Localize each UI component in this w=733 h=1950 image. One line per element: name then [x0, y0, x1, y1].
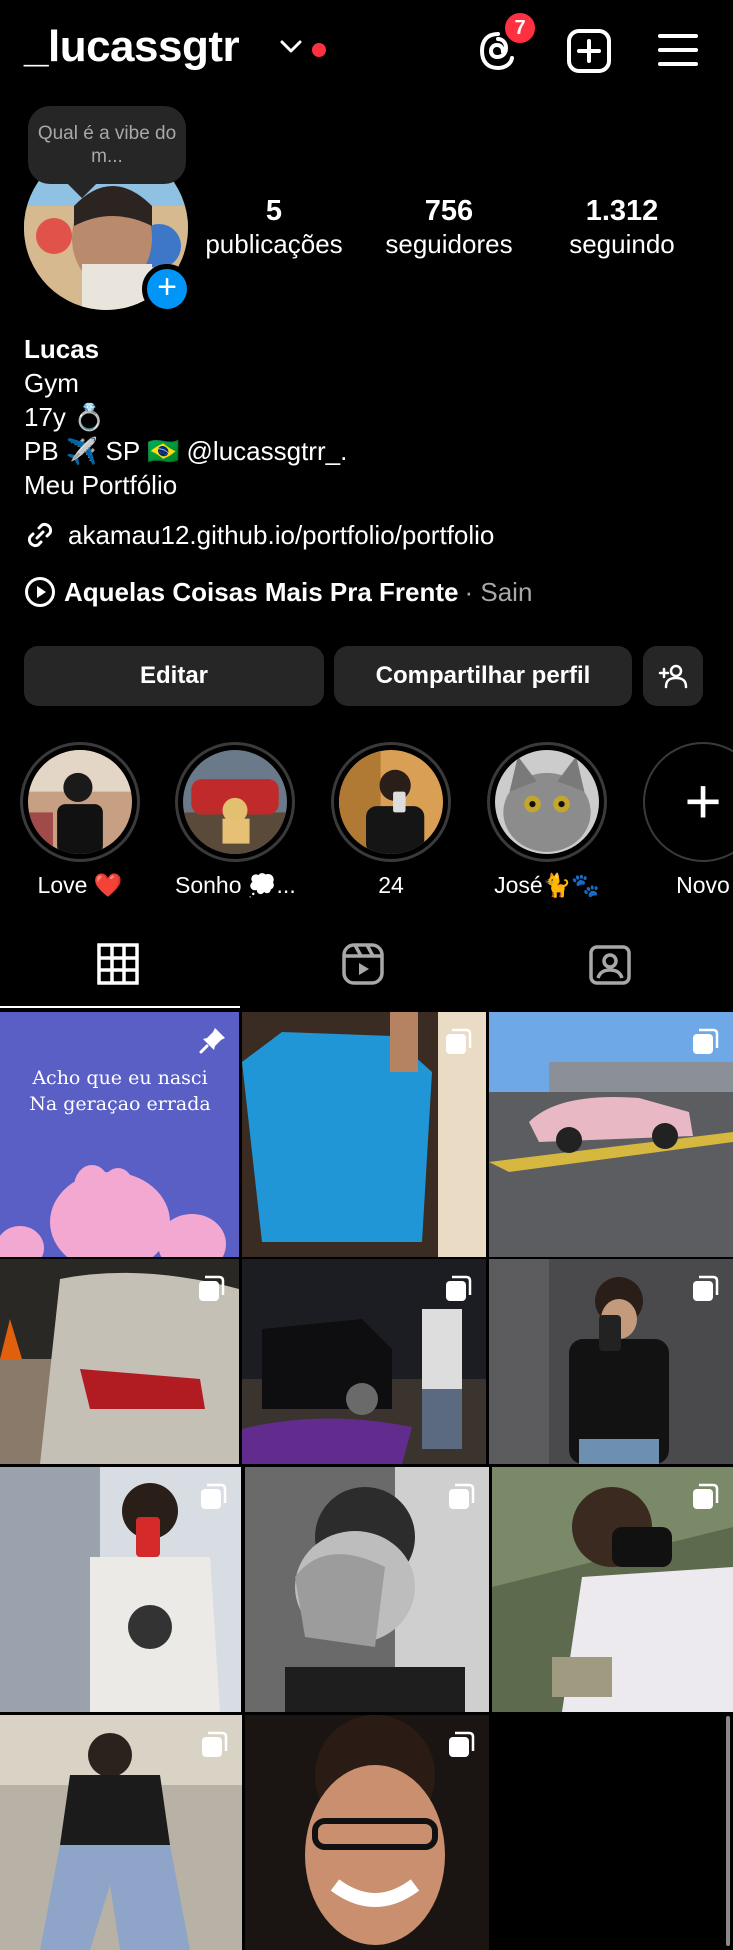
tagged-icon[interactable] [588, 942, 632, 986]
post-tile[interactable] [0, 1259, 239, 1464]
music-title: Aquelas Coisas Mais Pra Frente [64, 576, 459, 607]
highlight-new[interactable]: + Novo [643, 742, 733, 899]
username-switcher[interactable]: _lucassgtr [24, 22, 240, 72]
link-icon [27, 522, 53, 548]
pin-icon [199, 1028, 225, 1054]
stat-following[interactable]: 1.312 seguindo [552, 194, 692, 260]
highlight-ring [20, 742, 140, 862]
music-artist: · Sain [464, 576, 533, 607]
highlight-label: 24 [378, 872, 404, 898]
highlight-ring [175, 742, 295, 862]
highlight-jose[interactable]: José🐈🐾 [487, 742, 607, 899]
highlight-cover [28, 750, 132, 854]
profile-header: _lucassgtr 7 [0, 0, 733, 100]
carousel-icon [446, 1028, 472, 1054]
stat-value: 5 [265, 195, 283, 227]
carousel-icon [449, 1731, 475, 1757]
stat-followers[interactable]: 756 seguidores [374, 194, 524, 260]
highlight-cover [339, 750, 443, 854]
bio-line: 17y 💍 [24, 402, 106, 432]
bio-line: Meu Portfólio [24, 470, 178, 500]
display-name: Lucas [24, 334, 100, 364]
carousel-icon [449, 1483, 475, 1509]
highlight-sonho[interactable]: Sonho 💭... [175, 742, 296, 899]
carousel-icon [693, 1483, 719, 1509]
carousel-icon [199, 1275, 225, 1301]
note-bubble[interactable]: Qual é a vibe do m... [28, 106, 186, 184]
post-tile[interactable]: Acho que eu nasci Na geraçao errada [0, 1012, 239, 1257]
stat-value: 756 [424, 195, 474, 227]
stat-label: seguidores [385, 229, 513, 259]
stat-label: seguindo [569, 229, 675, 259]
highlight-ring [487, 742, 607, 862]
highlight-label: Love ❤️ [37, 872, 123, 898]
highlight-label: Sonho 💭... [175, 872, 296, 898]
discover-people-button[interactable] [643, 646, 703, 706]
notification-badge: 7 [502, 10, 538, 46]
chevron-down-icon[interactable] [280, 40, 302, 54]
share-profile-button[interactable]: Compartilhar perfil [334, 646, 632, 706]
grid-icon[interactable] [96, 942, 140, 986]
bio-line: Gym [24, 368, 79, 398]
carousel-icon [201, 1483, 227, 1509]
post-tile[interactable] [489, 1259, 733, 1464]
unread-dot [312, 43, 326, 57]
post-tile[interactable] [0, 1467, 241, 1712]
play-icon [25, 577, 55, 607]
new-highlight-ring: + [643, 742, 733, 862]
highlight-label: Novo [676, 872, 730, 898]
highlight-cover [183, 750, 287, 854]
bio-line[interactable]: PB ✈️ SP 🇧🇷 @lucassgtrr_. [24, 434, 714, 468]
stat-posts[interactable]: 5 publicações [198, 194, 350, 260]
post-tile[interactable] [489, 1012, 733, 1257]
post-tile[interactable] [242, 1012, 486, 1257]
link-text[interactable]: akamau12.github.io/portfolio/portfolio [68, 520, 494, 551]
carousel-icon [202, 1731, 228, 1757]
carousel-icon [446, 1275, 472, 1301]
carousel-icon [693, 1028, 719, 1054]
carousel-icon [693, 1275, 719, 1301]
edit-profile-button[interactable]: Editar [24, 646, 324, 706]
post-tile[interactable] [245, 1715, 489, 1950]
post-caption-2: Na geraçao errada [29, 1093, 210, 1115]
highlight-cover [495, 750, 599, 854]
highlight-ring [331, 742, 451, 862]
stat-label: publicações [205, 229, 343, 259]
post-caption-1: Acho que eu nasci [31, 1067, 207, 1089]
post-tile[interactable] [0, 1715, 242, 1950]
add-user-icon [658, 664, 688, 689]
post-tile[interactable] [245, 1467, 489, 1712]
profile-music[interactable]: Aquelas Coisas Mais Pra Frente · Sain [24, 574, 532, 610]
stat-value: 1.312 [585, 195, 659, 227]
post-tile[interactable] [242, 1259, 486, 1464]
highlight-24[interactable]: 24 [331, 742, 451, 899]
menu-icon[interactable] [657, 30, 699, 70]
add-story-icon[interactable]: + [142, 264, 192, 314]
highlight-label: José🐈🐾 [494, 872, 600, 898]
bio-link[interactable]: akamau12.github.io/portfolio/portfolio [24, 518, 494, 552]
plus-icon: + [684, 765, 722, 837]
scrollbar[interactable] [726, 1716, 730, 1946]
reels-icon[interactable] [341, 942, 385, 986]
post-tile[interactable] [492, 1467, 733, 1712]
active-tab-indicator [0, 1006, 240, 1008]
create-post-icon[interactable] [566, 28, 612, 74]
profile-bio: Lucas Gym 17y 💍 PB ✈️ SP 🇧🇷 @lucassgtrr_… [24, 332, 714, 502]
highlight-love[interactable]: Love ❤️ [20, 742, 140, 899]
